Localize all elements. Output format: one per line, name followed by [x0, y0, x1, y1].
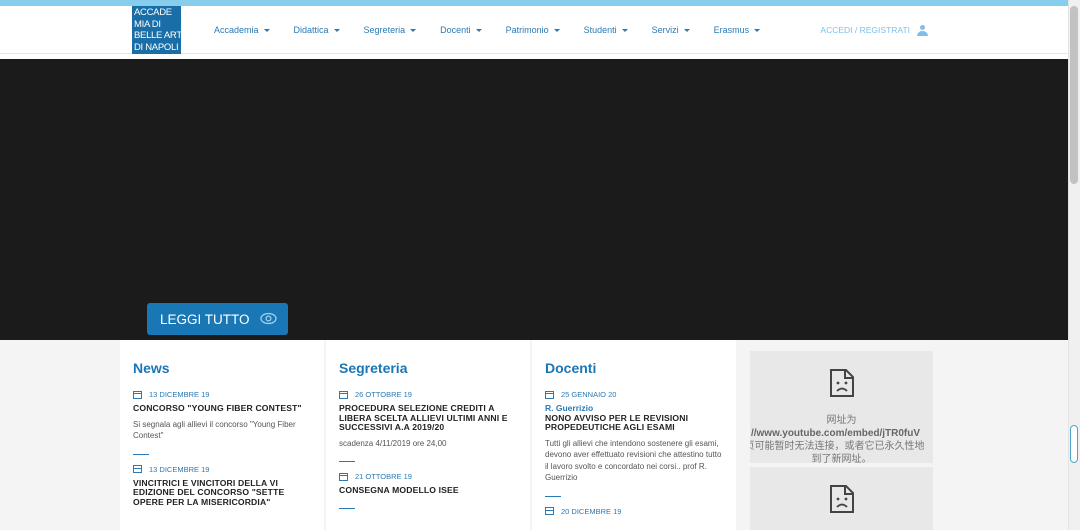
login-label: ACCEDI / REGISTRATI: [820, 25, 910, 35]
column-title[interactable]: Segreteria: [339, 360, 530, 376]
menu-label: Docenti: [440, 25, 471, 35]
post-date: 13 DICEMBRE 19: [133, 465, 311, 474]
menu-label: Accademia: [214, 25, 259, 35]
caret-down-icon: [263, 28, 270, 32]
menu-item-studenti[interactable]: Studenti: [584, 25, 628, 35]
embed-url: //www.youtube.com/embed/jTR0fuV: [750, 428, 921, 439]
caret-down-icon: [621, 28, 628, 32]
calendar-icon: [339, 390, 348, 399]
menu-label: Studenti: [583, 25, 617, 35]
post-date-text: 21 OTTOBRE 19: [355, 472, 412, 481]
menu-item-didattica[interactable]: Didattica: [294, 25, 340, 35]
docenti-post[interactable]: 20 DICEMBRE 19: [532, 507, 736, 516]
logo-line: MIA DI: [134, 18, 161, 30]
youtube-embed-error[interactable]: 网址为 //www.youtube.com/embed/jTR0fuV 页可能暂…: [750, 351, 933, 463]
sad-document-icon: [829, 369, 854, 397]
news-column: News 13 DICEMBRE 19 CONCORSO "YOUNG FIBE…: [120, 340, 324, 530]
menu-item-servizi[interactable]: Servizi: [652, 25, 690, 35]
login-link[interactable]: ACCEDI / REGISTRATI: [820, 6, 928, 54]
read-more-label: LEGGI TUTTO: [160, 311, 250, 327]
menu-item-docenti[interactable]: Docenti: [440, 25, 482, 35]
docenti-post[interactable]: 25 GENNAIO 20 R. Guerrizio NONO AVVISO P…: [532, 390, 736, 484]
caret-down-icon: [683, 28, 690, 32]
logo-line: BELLE ARTI: [134, 30, 181, 41]
post-excerpt: Tutti gli allievi che intendono sostener…: [545, 438, 722, 483]
calendar-icon: [545, 507, 554, 515]
docenti-column: Docenti 25 GENNAIO 20 R. Guerrizio NONO …: [532, 340, 736, 530]
scroll-widget[interactable]: [1070, 425, 1078, 463]
calendar-icon: [133, 390, 142, 399]
post-title[interactable]: NONO AVVISO PER LE REVISIONI PROPEDEUTIC…: [545, 413, 723, 433]
logo-line: DI NAPOLI: [134, 41, 179, 53]
post-separator: [339, 507, 355, 509]
embed-message: 页可能暂时无法连接，或者它已永久性地: [750, 441, 925, 452]
post-date-text: 13 DICEMBRE 19: [149, 464, 210, 474]
caret-down-icon: [754, 28, 761, 32]
main-menu: Accademia Didattica Segreteria Docenti P…: [214, 6, 784, 54]
post-separator: [545, 495, 561, 497]
embed-label: 网址为: [826, 415, 857, 426]
post-date-text: 20 DICEMBRE 19: [561, 506, 622, 516]
menu-label: Erasmus: [713, 25, 750, 35]
column-title[interactable]: News: [133, 360, 324, 376]
news-post[interactable]: 13 DICEMBRE 19 VINCITRICI E VINCITORI DE…: [120, 465, 324, 508]
segreteria-post[interactable]: 21 OTTOBRE 19 CONSEGNA MODELLO ISEE: [326, 472, 530, 496]
menu-item-patrimonio[interactable]: Patrimonio: [506, 25, 560, 35]
post-date: 20 DICEMBRE 19: [545, 507, 723, 516]
scrollbar-thumb[interactable]: [1070, 6, 1078, 184]
calendar-icon: [339, 472, 348, 481]
post-separator: [339, 461, 355, 462]
calendar-icon: [133, 465, 142, 473]
sad-document-icon: [829, 485, 854, 513]
user-icon: [917, 24, 928, 36]
calendar-icon: [545, 390, 554, 399]
post-date-text: 25 GENNAIO 20: [561, 390, 617, 399]
news-post[interactable]: 13 DICEMBRE 19 CONCORSO "YOUNG FIBER CON…: [120, 390, 324, 442]
read-more-button[interactable]: LEGGI TUTTO: [147, 303, 288, 335]
post-date: 13 DICEMBRE 19: [133, 390, 311, 399]
post-excerpt: scadenza 4/11/2019 ore 24,00: [339, 438, 447, 448]
caret-down-icon: [333, 28, 340, 32]
post-date: 26 OTTOBRE 19: [339, 390, 517, 399]
post-excerpt: Si segnala agli allievi il concorso "You…: [133, 419, 296, 441]
post-separator: [133, 453, 149, 455]
menu-label: Servizi: [651, 25, 679, 35]
segreteria-post[interactable]: 26 OTTOBRE 19 PROCEDURA SELEZIONE CREDIT…: [326, 390, 530, 449]
vertical-scrollbar[interactable]: [1068, 0, 1080, 530]
logo-line: ACCADE: [134, 7, 172, 18]
column-title[interactable]: Docenti: [545, 360, 736, 376]
menu-label: Patrimonio: [505, 25, 549, 35]
segreteria-column: Segreteria 26 OTTOBRE 19 PROCEDURA SELEZ…: [326, 340, 530, 530]
post-date: 21 OTTOBRE 19: [339, 472, 517, 481]
eye-icon: [260, 312, 277, 325]
caret-down-icon: [410, 28, 417, 32]
hero-video-area: LEGGI TUTTO: [0, 59, 1068, 340]
menu-item-segreteria[interactable]: Segreteria: [364, 25, 417, 35]
main-navbar: ACCADE MIA DI BELLE ARTI DI NAPOLI Accad…: [0, 6, 1068, 54]
post-title[interactable]: VINCITRICI E VINCITORI DELLA VI EDIZIONE…: [133, 478, 311, 508]
menu-label: Didattica: [293, 25, 329, 35]
embed-message: 到了新网址。: [811, 454, 872, 463]
post-date-text: 26 OTTOBRE 19: [355, 390, 412, 399]
menu-item-accademia[interactable]: Accademia: [214, 25, 270, 35]
academy-logo[interactable]: ACCADE MIA DI BELLE ARTI DI NAPOLI: [132, 6, 181, 54]
embed-error-text: 网址为 //www.youtube.com/embed/jTR0fuV 页可能暂…: [750, 414, 933, 463]
caret-down-icon: [553, 28, 560, 32]
menu-label: Segreteria: [363, 25, 406, 35]
youtube-embed-error[interactable]: [750, 467, 933, 530]
post-title[interactable]: CONSEGNA MODELLO ISEE: [339, 485, 517, 496]
caret-down-icon: [475, 28, 482, 32]
post-date-text: 13 DICEMBRE 19: [149, 390, 210, 399]
post-title[interactable]: PROCEDURA SELEZIONE CREDITI A LIBERA SCE…: [339, 403, 517, 433]
menu-item-erasmus[interactable]: Erasmus: [714, 25, 761, 35]
post-title[interactable]: CONCORSO "YOUNG FIBER CONTEST": [133, 403, 311, 414]
post-date: 25 GENNAIO 20: [545, 390, 723, 399]
